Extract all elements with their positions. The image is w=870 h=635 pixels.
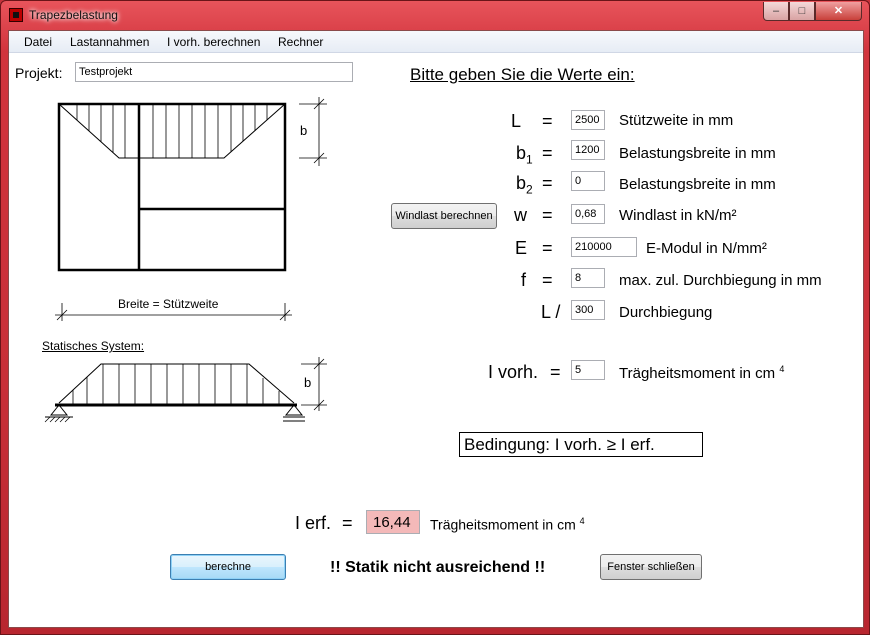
eq-w: =: [542, 205, 553, 225]
title-bar[interactable]: Trapezbelastung – □ ✕: [1, 1, 869, 29]
input-L-div[interactable]: 300: [571, 300, 605, 320]
client-area: Datei Lastannahmen I vorh. berechnen Rec…: [8, 30, 864, 628]
symbol-w: w: [514, 205, 527, 225]
desc-b1: Belastungsbreite in mm: [619, 145, 776, 162]
app-icon[interactable]: [9, 8, 23, 22]
symbol-f: f: [521, 270, 527, 290]
desc-ierf: Trägheitsmoment in cm 4: [430, 516, 585, 533]
condition-box: Bedingung: I vorh. ≥ I erf.: [459, 432, 703, 457]
eq-b2: =: [542, 173, 553, 193]
symbol-b2: b2: [516, 173, 533, 197]
symbol-ivorh: I vorh.: [488, 362, 539, 382]
eq-b1: =: [542, 143, 553, 163]
windlast-button[interactable]: Windlast berechnen: [391, 203, 497, 229]
static-b-label: b: [304, 375, 312, 390]
desc-L: Stützweite in mm: [619, 112, 734, 129]
input-E[interactable]: 210000: [571, 237, 637, 257]
calculate-button[interactable]: berechne: [170, 554, 286, 580]
eq-ivorh: =: [550, 362, 561, 382]
input-b2[interactable]: 0: [571, 171, 605, 191]
eq-L: =: [542, 111, 553, 131]
minimize-button[interactable]: –: [763, 2, 789, 21]
symbol-L: L: [511, 111, 522, 131]
symbol-ierf: I erf.: [295, 513, 332, 533]
result-ierf: 16,44: [366, 510, 420, 534]
window-title: Trapezbelastung: [29, 8, 118, 22]
maximize-button[interactable]: □: [789, 2, 815, 21]
desc-w: Windlast in kN/m²: [619, 207, 737, 224]
input-ivorh[interactable]: 5: [571, 360, 605, 380]
desc-E: E-Modul in N/mm²: [646, 240, 767, 257]
eq-E: =: [542, 238, 553, 258]
app-window: Trapezbelastung – □ ✕ Datei Lastannahmen…: [0, 0, 870, 635]
desc-ivorh: Trägheitsmoment in cm 4: [619, 364, 785, 382]
desc-f: max. zul. Durchbiegung in mm: [619, 272, 822, 289]
desc-L-div: Durchbiegung: [619, 304, 713, 321]
static-system-diagram: [44, 357, 327, 423]
input-b1[interactable]: 1200: [571, 140, 605, 160]
symbol-b1: b1: [516, 143, 533, 167]
close-window-button[interactable]: Fenster schließen: [600, 554, 702, 580]
close-button[interactable]: ✕: [815, 2, 862, 21]
status-message: !! Statik nicht ausreichend !!: [330, 559, 546, 576]
desc-b2: Belastungsbreite in mm: [619, 176, 776, 193]
input-heading: Bitte geben Sie die Werte ein:: [410, 65, 635, 84]
eq-ierf: =: [342, 513, 353, 533]
input-f[interactable]: 8: [571, 268, 605, 288]
symbol-E: E: [515, 238, 528, 258]
input-L[interactable]: 2500: [571, 110, 605, 130]
symbol-L-div: L /: [541, 302, 561, 322]
eq-f: =: [542, 270, 553, 290]
input-w[interactable]: 0,68: [571, 204, 605, 224]
